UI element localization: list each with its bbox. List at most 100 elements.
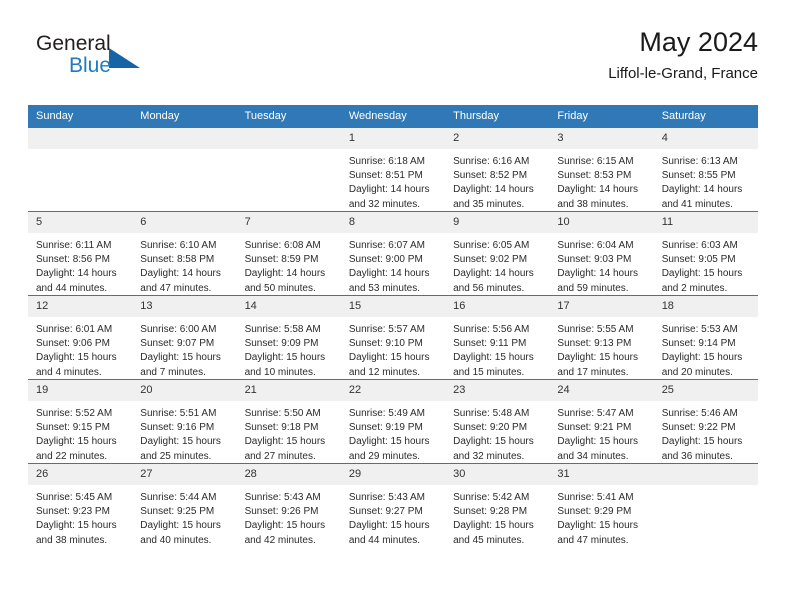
calendar-day-cell[interactable]: 12 Sunrise: 6:01 AM Sunset: 9:06 PM Dayligh… (28, 295, 133, 380)
day-number: 16 (445, 296, 550, 317)
day-details: Sunrise: 5:51 AM Sunset: 9:16 PM Daylight:… (132, 401, 236, 463)
blue-triangle-icon (109, 48, 140, 68)
page-title: May 2024 (639, 27, 758, 57)
calendar-day-cell[interactable]: 8 Sunrise: 6:07 AM Sunset: 9:00 PM Daylight… (340, 211, 446, 296)
day-number: 30 (445, 464, 550, 485)
calendar-day-cell[interactable]: 13 Sunrise: 6:00 AM Sunset: 9:07 PM Dayligh… (132, 295, 237, 380)
day-details: Sunrise: 5:43 AM Sunset: 9:26 PM Daylight:… (237, 485, 341, 547)
calendar-day-cell[interactable]: 3 Sunrise: 6:15 AM Sunset: 8:53 PM Daylight… (549, 128, 654, 212)
daylight-text: Daylight: 15 hours and 27 minutes. (244, 436, 326, 462)
calendar-body: 1 Sunrise: 6:18 AM Sunset: 8:51 PM Daylight… (28, 128, 758, 547)
calendar-page: General Blue May 2024 Liffol-le-Grand, F… (0, 0, 792, 612)
sunrise-text: Sunrise: 5:42 AM (453, 492, 530, 503)
calendar-day-cell[interactable]: 4 Sunrise: 6:13 AM Sunset: 8:55 PM Daylight… (653, 128, 758, 212)
calendar-day-cell[interactable]: 20 Sunrise: 5:51 AM Sunset: 9:16 PM Dayligh… (132, 379, 237, 464)
calendar-day-cell[interactable]: 6 Sunrise: 6:10 AM Sunset: 8:58 PM Daylight… (132, 211, 237, 296)
sunrise-text: Sunrise: 6:18 AM (348, 156, 425, 167)
day-details (132, 149, 236, 211)
day-details: Sunrise: 6:07 AM Sunset: 9:00 PM Daylight:… (341, 233, 445, 295)
calendar-day-cell[interactable]: 7 Sunrise: 6:08 AM Sunset: 8:59 PM Daylight… (236, 211, 341, 296)
day-details: Sunrise: 5:48 AM Sunset: 9:20 PM Daylight:… (445, 401, 549, 463)
sunrise-text: Sunrise: 6:13 AM (661, 156, 738, 167)
day-details: Sunrise: 6:16 AM Sunset: 8:52 PM Daylight:… (445, 149, 549, 211)
calendar-day-cell[interactable]: 28 Sunrise: 5:43 AM Sunset: 9:26 PM Dayligh… (236, 463, 341, 547)
day-details: Sunrise: 5:43 AM Sunset: 9:27 PM Daylight:… (341, 485, 445, 547)
calendar-day-cell[interactable]: 31 Sunrise: 5:41 AM Sunset: 9:29 PM Dayligh… (549, 463, 654, 547)
calendar-day-cell[interactable]: 27 Sunrise: 5:44 AM Sunset: 9:25 PM Dayligh… (132, 463, 237, 547)
calendar-day-cell[interactable]: 30 Sunrise: 5:42 AM Sunset: 9:28 PM Dayligh… (445, 463, 550, 547)
calendar-day-cell[interactable]: 25 Sunrise: 5:46 AM Sunset: 9:22 PM Dayligh… (653, 379, 758, 464)
day-details: Sunrise: 6:01 AM Sunset: 9:06 PM Daylight:… (28, 317, 132, 379)
day-details: Sunrise: 6:13 AM Sunset: 8:55 PM Daylight:… (654, 149, 758, 211)
calendar-day-cell[interactable]: 23 Sunrise: 5:48 AM Sunset: 9:20 PM Dayligh… (445, 379, 550, 464)
calendar-day-cell[interactable]: 15 Sunrise: 5:57 AM Sunset: 9:10 PM Dayligh… (340, 295, 446, 380)
day-number: 3 (549, 128, 654, 149)
day-details: Sunrise: 5:56 AM Sunset: 9:11 PM Daylight:… (445, 317, 549, 379)
calendar-day-cell[interactable]: 10 Sunrise: 6:04 AM Sunset: 9:03 PM Dayligh… (549, 211, 654, 296)
calendar-day-cell[interactable]: 5 Sunrise: 6:11 AM Sunset: 8:56 PM Daylight… (28, 211, 133, 296)
sunrise-text: Sunrise: 6:10 AM (140, 240, 217, 251)
weekday-header-saturday: Saturday (653, 105, 758, 128)
sunset-text: Sunset: 9:07 PM (140, 338, 215, 350)
day-details (654, 485, 758, 547)
day-details: Sunrise: 6:05 AM Sunset: 9:02 PM Daylight:… (445, 233, 549, 295)
sunset-text: Sunset: 9:16 PM (140, 422, 215, 434)
sunrise-text: Sunrise: 5:43 AM (348, 492, 425, 503)
day-details: Sunrise: 6:10 AM Sunset: 8:58 PM Daylight:… (132, 233, 236, 295)
day-number (236, 128, 341, 149)
sunset-text: Sunset: 9:19 PM (348, 422, 423, 434)
sunrise-text: Sunrise: 5:41 AM (557, 492, 634, 503)
page-header: General Blue May 2024 Liffol-le-Grand, F… (28, 26, 758, 98)
daylight-text: Daylight: 15 hours and 10 minutes. (244, 352, 326, 378)
day-number: 2 (445, 128, 550, 149)
daylight-text: Daylight: 15 hours and 45 minutes. (453, 520, 534, 546)
calendar-day-cell[interactable]: 14 Sunrise: 5:58 AM Sunset: 9:09 PM Dayligh… (236, 295, 341, 380)
calendar-day-cell[interactable]: 18 Sunrise: 5:53 AM Sunset: 9:14 PM Dayligh… (653, 295, 758, 380)
day-number: 7 (236, 212, 341, 233)
calendar-day-cell[interactable]: 11 Sunrise: 6:03 AM Sunset: 9:05 PM Dayligh… (653, 211, 758, 296)
daylight-text: Daylight: 14 hours and 44 minutes. (36, 268, 117, 294)
sunset-text: Sunset: 9:05 PM (661, 254, 736, 266)
day-details: Sunrise: 6:04 AM Sunset: 9:03 PM Daylight:… (549, 233, 653, 295)
calendar-day-cell[interactable]: 16 Sunrise: 5:56 AM Sunset: 9:11 PM Dayligh… (445, 295, 550, 380)
daylight-text: Daylight: 15 hours and 20 minutes. (661, 352, 743, 378)
day-details: Sunrise: 5:44 AM Sunset: 9:25 PM Daylight:… (132, 485, 236, 547)
calendar-day-cell[interactable]: 19 Sunrise: 5:52 AM Sunset: 9:15 PM Dayligh… (28, 379, 133, 464)
calendar-day-cell[interactable]: 21 Sunrise: 5:50 AM Sunset: 9:18 PM Dayligh… (236, 379, 341, 464)
day-number: 31 (549, 464, 654, 485)
sunset-text: Sunset: 9:00 PM (348, 254, 423, 266)
sunset-text: Sunset: 8:59 PM (244, 254, 319, 266)
calendar-day-cell[interactable]: 22 Sunrise: 5:49 AM Sunset: 9:19 PM Dayligh… (340, 379, 446, 464)
day-details: Sunrise: 6:08 AM Sunset: 8:59 PM Daylight:… (237, 233, 341, 295)
logo-text-general: General (36, 32, 111, 55)
weekday-header-tuesday: Tuesday (236, 105, 341, 128)
calendar-day-cell-empty (653, 463, 758, 547)
sunrise-text: Sunrise: 6:05 AM (453, 240, 530, 251)
general-blue-logo[interactable]: General Blue (36, 32, 156, 86)
calendar-day-cell[interactable]: 24 Sunrise: 5:47 AM Sunset: 9:21 PM Dayligh… (549, 379, 654, 464)
sunrise-text: Sunrise: 5:52 AM (36, 408, 113, 419)
sunrise-text: Sunrise: 5:53 AM (661, 324, 738, 335)
sunrise-text: Sunrise: 5:46 AM (661, 408, 738, 419)
daylight-text: Daylight: 15 hours and 29 minutes. (348, 436, 430, 462)
calendar-day-cell[interactable]: 29 Sunrise: 5:43 AM Sunset: 9:27 PM Dayligh… (340, 463, 446, 547)
day-number: 23 (445, 380, 550, 401)
sunset-text: Sunset: 9:15 PM (36, 422, 110, 434)
calendar-day-cell[interactable]: 17 Sunrise: 5:55 AM Sunset: 9:13 PM Dayligh… (549, 295, 654, 380)
calendar-day-cell[interactable]: 2 Sunrise: 6:16 AM Sunset: 8:52 PM Daylight… (445, 128, 550, 212)
day-number: 1 (340, 128, 446, 149)
day-details: Sunrise: 5:41 AM Sunset: 9:29 PM Daylight:… (549, 485, 653, 547)
calendar-day-cell[interactable]: 9 Sunrise: 6:05 AM Sunset: 9:02 PM Daylight… (445, 211, 550, 296)
weekday-header-thursday: Thursday (445, 105, 550, 128)
sunrise-text: Sunrise: 5:49 AM (348, 408, 425, 419)
day-number: 27 (132, 464, 237, 485)
day-number: 21 (236, 380, 341, 401)
day-details: Sunrise: 5:57 AM Sunset: 9:10 PM Daylight:… (341, 317, 445, 379)
sunrise-text: Sunrise: 5:44 AM (140, 492, 217, 503)
calendar-day-cell[interactable]: 26 Sunrise: 5:45 AM Sunset: 9:23 PM Dayligh… (28, 463, 133, 547)
day-number (653, 464, 758, 485)
calendar-day-cell[interactable]: 1 Sunrise: 6:18 AM Sunset: 8:51 PM Daylight… (340, 128, 446, 212)
daylight-text: Daylight: 14 hours and 59 minutes. (557, 268, 639, 294)
sunset-text: Sunset: 9:28 PM (453, 506, 528, 518)
day-details: Sunrise: 6:15 AM Sunset: 8:53 PM Daylight:… (549, 149, 653, 211)
